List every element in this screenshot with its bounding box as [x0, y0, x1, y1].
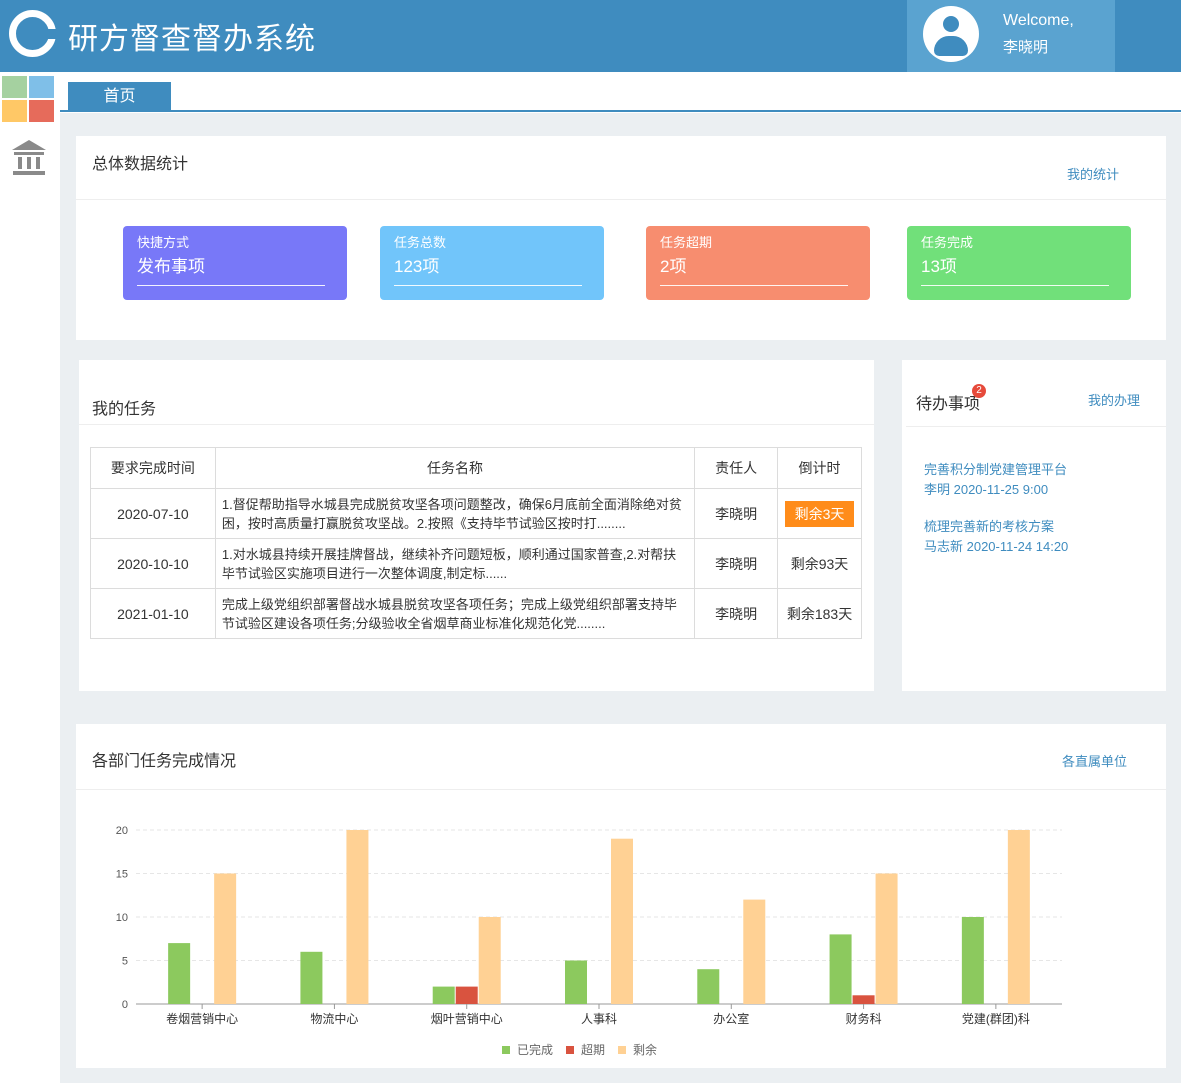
bar: [1007, 830, 1030, 1004]
legend-swatch: [502, 1046, 510, 1054]
todo-item[interactable]: 完善积分制党建管理平台 李明 2020-11-25 9:00: [924, 460, 1067, 500]
task-owner: 李晓明: [694, 488, 779, 539]
y-tick-label: 20: [116, 825, 128, 837]
legend-swatch: [618, 1046, 626, 1054]
bar: [875, 873, 898, 1004]
x-tick-label: 党建(群团)科: [962, 1011, 1030, 1026]
x-tick-label: 人事科: [581, 1012, 617, 1026]
table-row[interactable]: 2021-01-10 完成上级党组织部署督战水城县脱贫攻坚各项任务；完成上级党组…: [90, 588, 862, 639]
app-title: 研方督查督办系统: [68, 23, 316, 56]
task-countdown: 剩余183天: [777, 588, 862, 639]
y-tick-label: 0: [122, 999, 128, 1011]
x-tick-label: 烟叶营销中心: [431, 1011, 503, 1026]
table-row[interactable]: 2020-10-10 1.对水城县持续开展挂牌督战，继续补齐问题短板，顺利通过国…: [90, 538, 862, 589]
bar: [852, 995, 875, 1004]
stat-card-label: 快捷方式: [137, 235, 190, 250]
my-stats-link[interactable]: 我的统计: [1067, 164, 1119, 183]
todo-item-meta: 李明 2020-11-25 9:00: [924, 482, 1049, 497]
y-tick-label: 15: [116, 869, 128, 881]
stat-card-value: 发布事项: [137, 257, 205, 276]
direct-units-link[interactable]: 各直属单位: [1062, 751, 1127, 770]
tab-home[interactable]: 首页: [68, 82, 171, 112]
task-date: 2020-07-10: [90, 488, 216, 539]
stat-card-value: 2项: [660, 257, 687, 276]
avatar[interactable]: [923, 6, 979, 62]
todo-panel-title: 待办事项: [916, 396, 981, 413]
stat-card-completed[interactable]: 任务完成 13项: [907, 226, 1131, 300]
bar: [829, 934, 852, 1004]
bar: [478, 917, 501, 1004]
logo-icon: [9, 10, 58, 57]
bar: [432, 986, 455, 1004]
my-tasks-link[interactable]: 我的办理: [1088, 390, 1140, 409]
stat-card-label: 任务超期: [660, 235, 713, 250]
bar: [697, 969, 720, 1004]
task-date: 2021-01-10: [90, 588, 216, 639]
todo-count-badge: 2: [972, 384, 986, 398]
bar: [168, 943, 191, 1004]
column-header[interactable]: 倒计时: [777, 447, 862, 489]
bar: [565, 960, 587, 1004]
user-menu[interactable]: Welcome, 李晓明: [907, 0, 1115, 72]
stat-card-value: 13项: [921, 257, 957, 276]
stats-panel-title: 总体数据统计: [92, 156, 189, 173]
stat-card-shortcut[interactable]: 快捷方式 发布事项: [123, 226, 347, 300]
username: 李晓明: [1003, 39, 1049, 56]
countdown-warning-badge: 剩余3天: [784, 500, 855, 527]
tasks-table: 要求完成时间 任务名称 责任人 倒计时 2020-07-10 1.督促帮助指导水…: [90, 447, 862, 639]
y-tick-label: 10: [116, 912, 128, 924]
table-row[interactable]: 2020-07-10 1.督促帮助指导水城县完成脱贫攻坚各项问题整改，确保6月底…: [90, 488, 862, 539]
column-header[interactable]: 任务名称: [214, 447, 696, 489]
stat-card-value: 123项: [394, 257, 440, 276]
task-name[interactable]: 1.对水城县持续开展挂牌督战，继续补齐问题短板，顺利通过国家普查,2.对帮扶毕节…: [214, 538, 696, 589]
column-header[interactable]: 要求完成时间: [90, 447, 216, 489]
x-tick-label: 卷烟营销中心: [166, 1011, 238, 1026]
task-owner: 李晓明: [694, 588, 779, 639]
legend-swatch: [566, 1046, 574, 1054]
bar: [961, 917, 984, 1004]
legend-label: 剩余: [633, 1042, 657, 1057]
task-date: 2020-10-10: [90, 538, 216, 589]
stat-card-total[interactable]: 任务总数 123项: [380, 226, 604, 300]
x-tick-label: 办公室: [713, 1011, 749, 1026]
todo-item-meta: 马志新 2020-11-24 14:20: [924, 539, 1069, 554]
task-name[interactable]: 1.督促帮助指导水城县完成脱贫攻坚各项问题整改，确保6月底前全面消除绝对贫困，按…: [214, 488, 696, 539]
stat-card-label: 任务总数: [394, 235, 447, 250]
app-header: 研方督查督办系统 Welcome, 李晓明: [0, 0, 1181, 72]
bar: [346, 830, 369, 1004]
bar: [300, 951, 323, 1004]
x-tick-label: 财务科: [846, 1011, 882, 1026]
tasks-panel-title: 我的任务: [92, 401, 157, 418]
department-bar-chart: 0 5 10 15 20 卷烟营销中心 物流中心 烟叶营销中心 人事科 办公室 财务科 党建(群团)科…: [116, 825, 1062, 1057]
legend-label: 超期: [581, 1042, 605, 1057]
task-countdown: 剩余93天: [777, 538, 862, 589]
stat-card-label: 任务完成: [921, 235, 974, 250]
bar: [611, 838, 633, 1004]
task-name[interactable]: 完成上级党组织部署督战水城县脱贫攻坚各项任务；完成上级党组织部署支持毕节试验区建…: [214, 588, 696, 639]
legend-label: 已完成: [517, 1042, 553, 1057]
tab-bar: 首页: [60, 72, 1181, 112]
dashboard-grid-icon[interactable]: [2, 76, 56, 124]
bar: [743, 899, 766, 1004]
task-countdown-cell: 剩余3天: [777, 488, 862, 539]
welcome-text: Welcome,: [1003, 12, 1074, 29]
chart-panel-title: 各部门任务完成情况: [92, 753, 237, 770]
sidebar: [0, 72, 60, 1083]
todo-item-title[interactable]: 梳理完善新的考核方案: [924, 517, 1068, 537]
bar: [455, 986, 478, 1004]
y-tick-label: 5: [122, 956, 128, 968]
x-tick-label: 物流中心: [310, 1011, 358, 1026]
stat-card-overdue[interactable]: 任务超期 2项: [646, 226, 870, 300]
task-owner: 李晓明: [694, 538, 779, 589]
column-header[interactable]: 责任人: [694, 447, 779, 489]
bank-icon[interactable]: [10, 138, 48, 180]
todo-item[interactable]: 梳理完善新的考核方案 马志新 2020-11-24 14:20: [924, 517, 1068, 557]
todo-item-title[interactable]: 完善积分制党建管理平台: [924, 460, 1067, 480]
bar: [214, 873, 237, 1004]
